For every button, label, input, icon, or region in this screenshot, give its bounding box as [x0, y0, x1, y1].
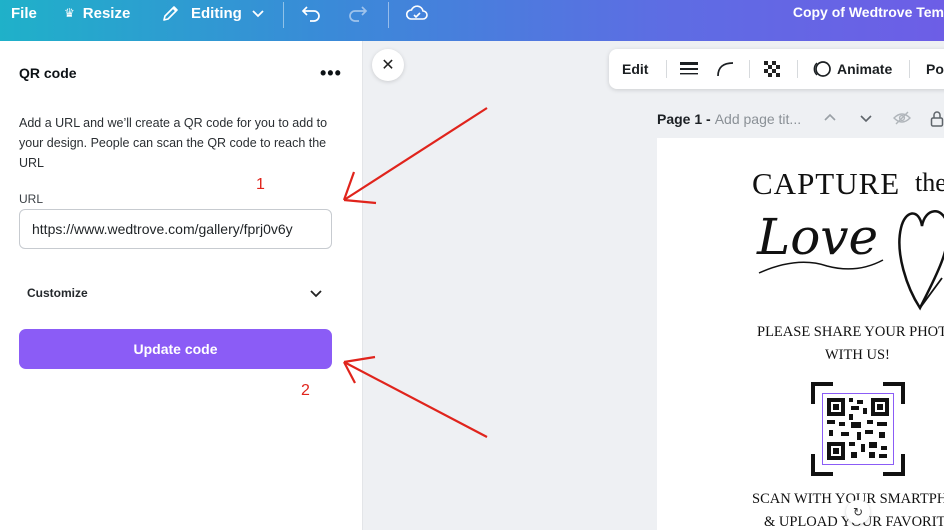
design-page[interactable]: CAPTURE the Love PLEASE SHARE YOUR PHOTO…: [657, 138, 944, 530]
pencil-icon: [163, 6, 178, 21]
script-flourish: [758, 259, 884, 274]
chevron-down-icon[interactable]: [858, 110, 874, 126]
panel-title: QR code: [19, 65, 77, 81]
rotate-handle[interactable]: ↻: [846, 500, 870, 524]
undo-button[interactable]: [300, 0, 322, 26]
toolbar-divider: [797, 60, 798, 78]
position-label: Po: [926, 61, 944, 77]
editing-label: Editing: [191, 4, 242, 22]
design-share-line-1[interactable]: PLEASE SHARE YOUR PHOTO: [757, 324, 944, 341]
top-bar: File ♛ Resize Editing Copy of Wedtrove T…: [0, 0, 944, 41]
resize-label: Resize: [82, 4, 131, 22]
animate-button[interactable]: Animate: [812, 49, 892, 89]
resize-button[interactable]: ♛ Resize: [64, 0, 130, 26]
file-label: File: [11, 4, 37, 22]
crown-icon: ♛: [64, 6, 75, 20]
cloud-sync-icon: [405, 5, 428, 20]
redo-icon: [349, 6, 368, 22]
border-weight-button[interactable]: [679, 49, 699, 89]
document-title[interactable]: Copy of Wedtrove Tem: [793, 4, 944, 20]
qr-code-panel: QR code ••• Add a URL and we’ll create a…: [0, 41, 363, 530]
editing-mode-button[interactable]: Editing: [161, 0, 266, 26]
annotation-step-2: 2: [301, 382, 310, 399]
close-panel-button[interactable]: ✕: [372, 49, 404, 81]
toolbar-divider: [666, 60, 667, 78]
animate-label: Animate: [837, 61, 893, 77]
panel-description: Add a URL and we’ll create a QR code for…: [19, 116, 328, 170]
heart-graphic[interactable]: [887, 198, 944, 313]
toolbar-divider: [909, 60, 910, 78]
annotation-step-1: 1: [256, 176, 265, 193]
hide-page-icon[interactable]: [892, 110, 912, 126]
toolbar-divider: [388, 2, 389, 28]
rotate-icon: ↻: [852, 505, 864, 519]
save-status-button[interactable]: [405, 0, 429, 26]
file-menu[interactable]: File: [11, 0, 37, 26]
page-label: Page 1 -: [657, 111, 711, 127]
design-share-line-2[interactable]: WITH US!: [825, 347, 890, 364]
url-label: URL: [19, 192, 44, 206]
toolbar-divider: [749, 60, 750, 78]
corner-icon: [717, 62, 734, 77]
more-icon[interactable]: •••: [320, 63, 342, 84]
toolbar-divider: [283, 2, 284, 28]
design-the-text[interactable]: the: [915, 168, 944, 198]
line-weight-icon: [680, 62, 698, 75]
qr-code-frame[interactable]: [811, 382, 905, 476]
page-title-input[interactable]: Add page tit...: [715, 111, 801, 127]
lock-icon[interactable]: [930, 110, 944, 128]
chevron-down-icon: [310, 290, 322, 298]
edit-button[interactable]: Edit: [622, 49, 648, 89]
undo-icon: [301, 6, 320, 22]
update-code-button[interactable]: Update code: [19, 329, 332, 369]
page-title-bar: Page 1 - Add page tit...: [657, 108, 801, 130]
redo-button[interactable]: [347, 0, 369, 26]
customize-section-toggle[interactable]: Customize: [19, 273, 332, 313]
close-icon: ✕: [381, 57, 395, 74]
qr-code-icon[interactable]: [822, 393, 894, 465]
chevron-down-icon: [252, 10, 264, 18]
corner-rounding-button[interactable]: [716, 49, 736, 89]
position-button[interactable]: Po: [926, 49, 944, 89]
transparency-button[interactable]: [762, 49, 782, 89]
animate-icon: [813, 61, 831, 77]
url-input[interactable]: [19, 209, 332, 249]
design-capture-text[interactable]: CAPTURE: [752, 166, 900, 202]
edit-label: Edit: [622, 61, 649, 77]
transparency-icon: [764, 61, 780, 77]
context-toolbar: Edit Animate Po: [609, 49, 944, 89]
customize-label: Customize: [27, 286, 88, 300]
chevron-up-icon[interactable]: [822, 110, 838, 126]
